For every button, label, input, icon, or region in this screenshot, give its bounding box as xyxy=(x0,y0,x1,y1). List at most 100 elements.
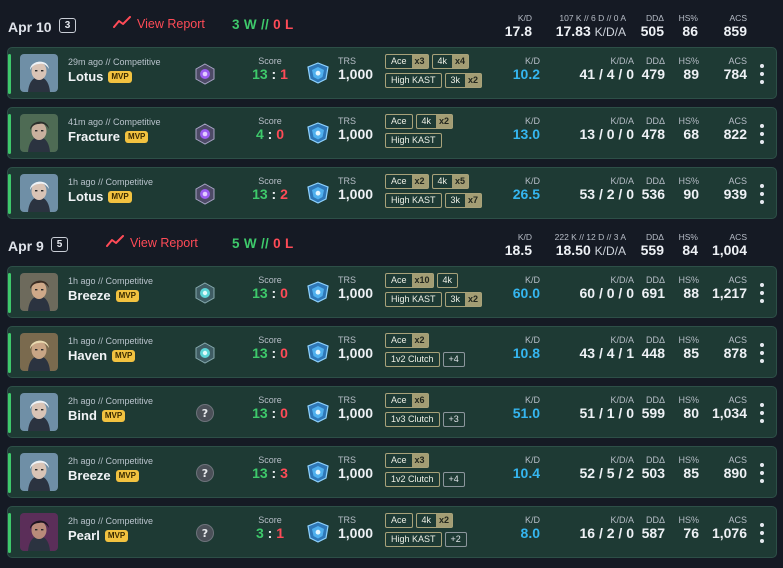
match-row[interactable]: 2h ago // Competitive Pearl MVP ? Score … xyxy=(7,506,777,558)
match-row[interactable]: 1h ago // Competitive Lotus MVP Score 13… xyxy=(7,167,777,219)
unknown-rank-icon: ? xyxy=(194,462,216,484)
match-row[interactable]: 29m ago // Competitive Lotus MVP Score 1… xyxy=(7,47,777,99)
match-row[interactable]: 1h ago // Competitive Haven MVP Score 13… xyxy=(7,326,777,378)
more-badges-chip[interactable]: +4 xyxy=(442,472,465,487)
badge-line: Ace 4k x2 xyxy=(385,114,505,129)
achievement-badge: 4k x4 xyxy=(431,54,470,69)
team-score: 13 xyxy=(252,345,268,361)
more-badges-chip[interactable]: +3 xyxy=(442,412,465,427)
achievement-badge: 4k x2 xyxy=(415,114,454,129)
svg-text:?: ? xyxy=(202,467,208,480)
win-indicator xyxy=(8,453,11,493)
day-kda: 107 K // 6 D // 0 A 17.83 K/D/A xyxy=(555,13,626,39)
achievement-badges: Ace x3 1v2 Clutch +4 xyxy=(385,453,505,491)
trs-rank-icon xyxy=(306,122,330,144)
more-badges-chip[interactable]: +2 xyxy=(444,532,467,547)
agent-avatar xyxy=(20,114,58,152)
match-hs: HS% 90 xyxy=(678,176,699,202)
match-acs: ACS 784 xyxy=(723,56,747,82)
match-row[interactable]: 1h ago // Competitive Breeze MVP Score 1… xyxy=(7,266,777,318)
match-meta: 1h ago // Competitive xyxy=(68,276,154,286)
match-acs: ACS 878 xyxy=(723,335,747,361)
match-score: Score 13 : 3 xyxy=(252,455,288,481)
more-options-icon[interactable] xyxy=(758,403,766,423)
agent-avatar xyxy=(20,333,58,371)
map-name: Pearl xyxy=(68,528,100,543)
trs-value: TRS 1,000 xyxy=(338,176,374,202)
day-match-count: 5 xyxy=(51,237,68,252)
match-kda: K/D/A 51 / 1 / 0 xyxy=(579,395,634,421)
achievement-badge: High KAST xyxy=(385,193,442,208)
achievement-badge: 4k x2 xyxy=(415,513,454,528)
achievement-badge: Ace x3 xyxy=(385,453,429,468)
achievement-badge: High KAST xyxy=(385,133,442,148)
match-hs: HS% 76 xyxy=(678,515,699,541)
more-options-icon[interactable] xyxy=(758,343,766,363)
team-score: 13 xyxy=(252,285,268,301)
view-report-label: View Report xyxy=(137,16,205,31)
more-options-icon[interactable] xyxy=(758,463,766,483)
team-score: 4 xyxy=(255,126,264,142)
mvp-badge: MVP xyxy=(115,289,139,302)
view-report-label: View Report xyxy=(130,235,198,250)
day-header: Apr 10 3 View Report 3 W // 0 L K/D 17.8… xyxy=(0,6,783,44)
match-hs: HS% 85 xyxy=(678,335,699,361)
enemy-score: 0 xyxy=(280,345,288,361)
match-dd: DDΔ 503 xyxy=(641,455,665,481)
more-options-icon[interactable] xyxy=(758,184,766,204)
enemy-score: 0 xyxy=(280,285,288,301)
day-kd: K/D 18.5 xyxy=(504,232,532,258)
immortal-teal-icon xyxy=(194,282,216,304)
match-acs: ACS 890 xyxy=(723,455,747,481)
more-options-icon[interactable] xyxy=(758,523,766,543)
trs-value: TRS 1,000 xyxy=(338,335,374,361)
enemy-score: 1 xyxy=(280,66,288,82)
team-score: 13 xyxy=(252,465,268,481)
match-acs: ACS 939 xyxy=(723,176,747,202)
badge-line: High KAST xyxy=(385,133,505,148)
enemy-score: 1 xyxy=(276,525,285,541)
trs-rank-icon xyxy=(306,521,330,543)
view-report-link[interactable]: View Report xyxy=(106,235,198,250)
win-loss-record: 5 W // 0 L xyxy=(232,236,294,251)
achievement-badges: Ace 4k x2 High KAST +2 xyxy=(385,513,505,551)
view-report-link[interactable]: View Report xyxy=(113,16,205,31)
more-options-icon[interactable] xyxy=(758,64,766,84)
win-indicator xyxy=(8,393,11,433)
achievement-badge: Ace x10 xyxy=(385,273,434,288)
mvp-badge: MVP xyxy=(101,409,126,422)
match-row[interactable]: 2h ago // Competitive Bind MVP ? Score 1… xyxy=(7,386,777,438)
match-kd: K/D 10.2 xyxy=(512,56,540,82)
more-options-icon[interactable] xyxy=(758,124,766,144)
day-hs: HS% 86 xyxy=(678,13,698,39)
day-match-count: 3 xyxy=(59,18,76,33)
day-acs: ACS 859 xyxy=(723,13,747,39)
match-hs: HS% 85 xyxy=(678,455,699,481)
record-separator: // xyxy=(260,236,270,251)
badge-line: High KAST 3k x2 xyxy=(385,292,505,307)
map-name: Bind xyxy=(68,408,97,423)
match-row[interactable]: 2h ago // Competitive Breeze MVP ? Score… xyxy=(7,446,777,498)
wins: 3 W xyxy=(232,17,257,32)
match-meta: 2h ago // Competitive xyxy=(68,456,154,466)
match-score: Score 13 : 2 xyxy=(252,176,288,202)
match-score: Score 13 : 1 xyxy=(252,56,288,82)
badge-line: 1v2 Clutch +4 xyxy=(385,472,505,487)
more-options-icon[interactable] xyxy=(758,283,766,303)
more-badges-chip[interactable]: +4 xyxy=(442,352,465,367)
win-indicator xyxy=(8,54,11,94)
win-indicator xyxy=(8,513,11,553)
day-header: Apr 9 5 View Report 5 W // 0 L K/D 18.5 … xyxy=(0,225,783,263)
achievement-badges: Ace x2 4k x5 High KAST 3k x7 xyxy=(385,174,505,212)
match-kd: K/D 60.0 xyxy=(512,275,540,301)
match-dd: DDΔ 599 xyxy=(641,395,665,421)
team-score: 3 xyxy=(255,525,264,541)
match-dd: DDΔ 587 xyxy=(641,515,665,541)
achievement-badge: Ace x3 xyxy=(385,54,429,69)
match-row[interactable]: 41m ago // Competitive Fracture MVP Scor… xyxy=(7,107,777,159)
day-kda: 222 K // 12 D // 3 A 18.50 K/D/A xyxy=(554,232,626,258)
radiant-purple-icon xyxy=(194,183,216,205)
match-score: Score 4 : 0 xyxy=(255,116,285,142)
team-score: 13 xyxy=(252,186,268,202)
enemy-score: 3 xyxy=(280,465,288,481)
